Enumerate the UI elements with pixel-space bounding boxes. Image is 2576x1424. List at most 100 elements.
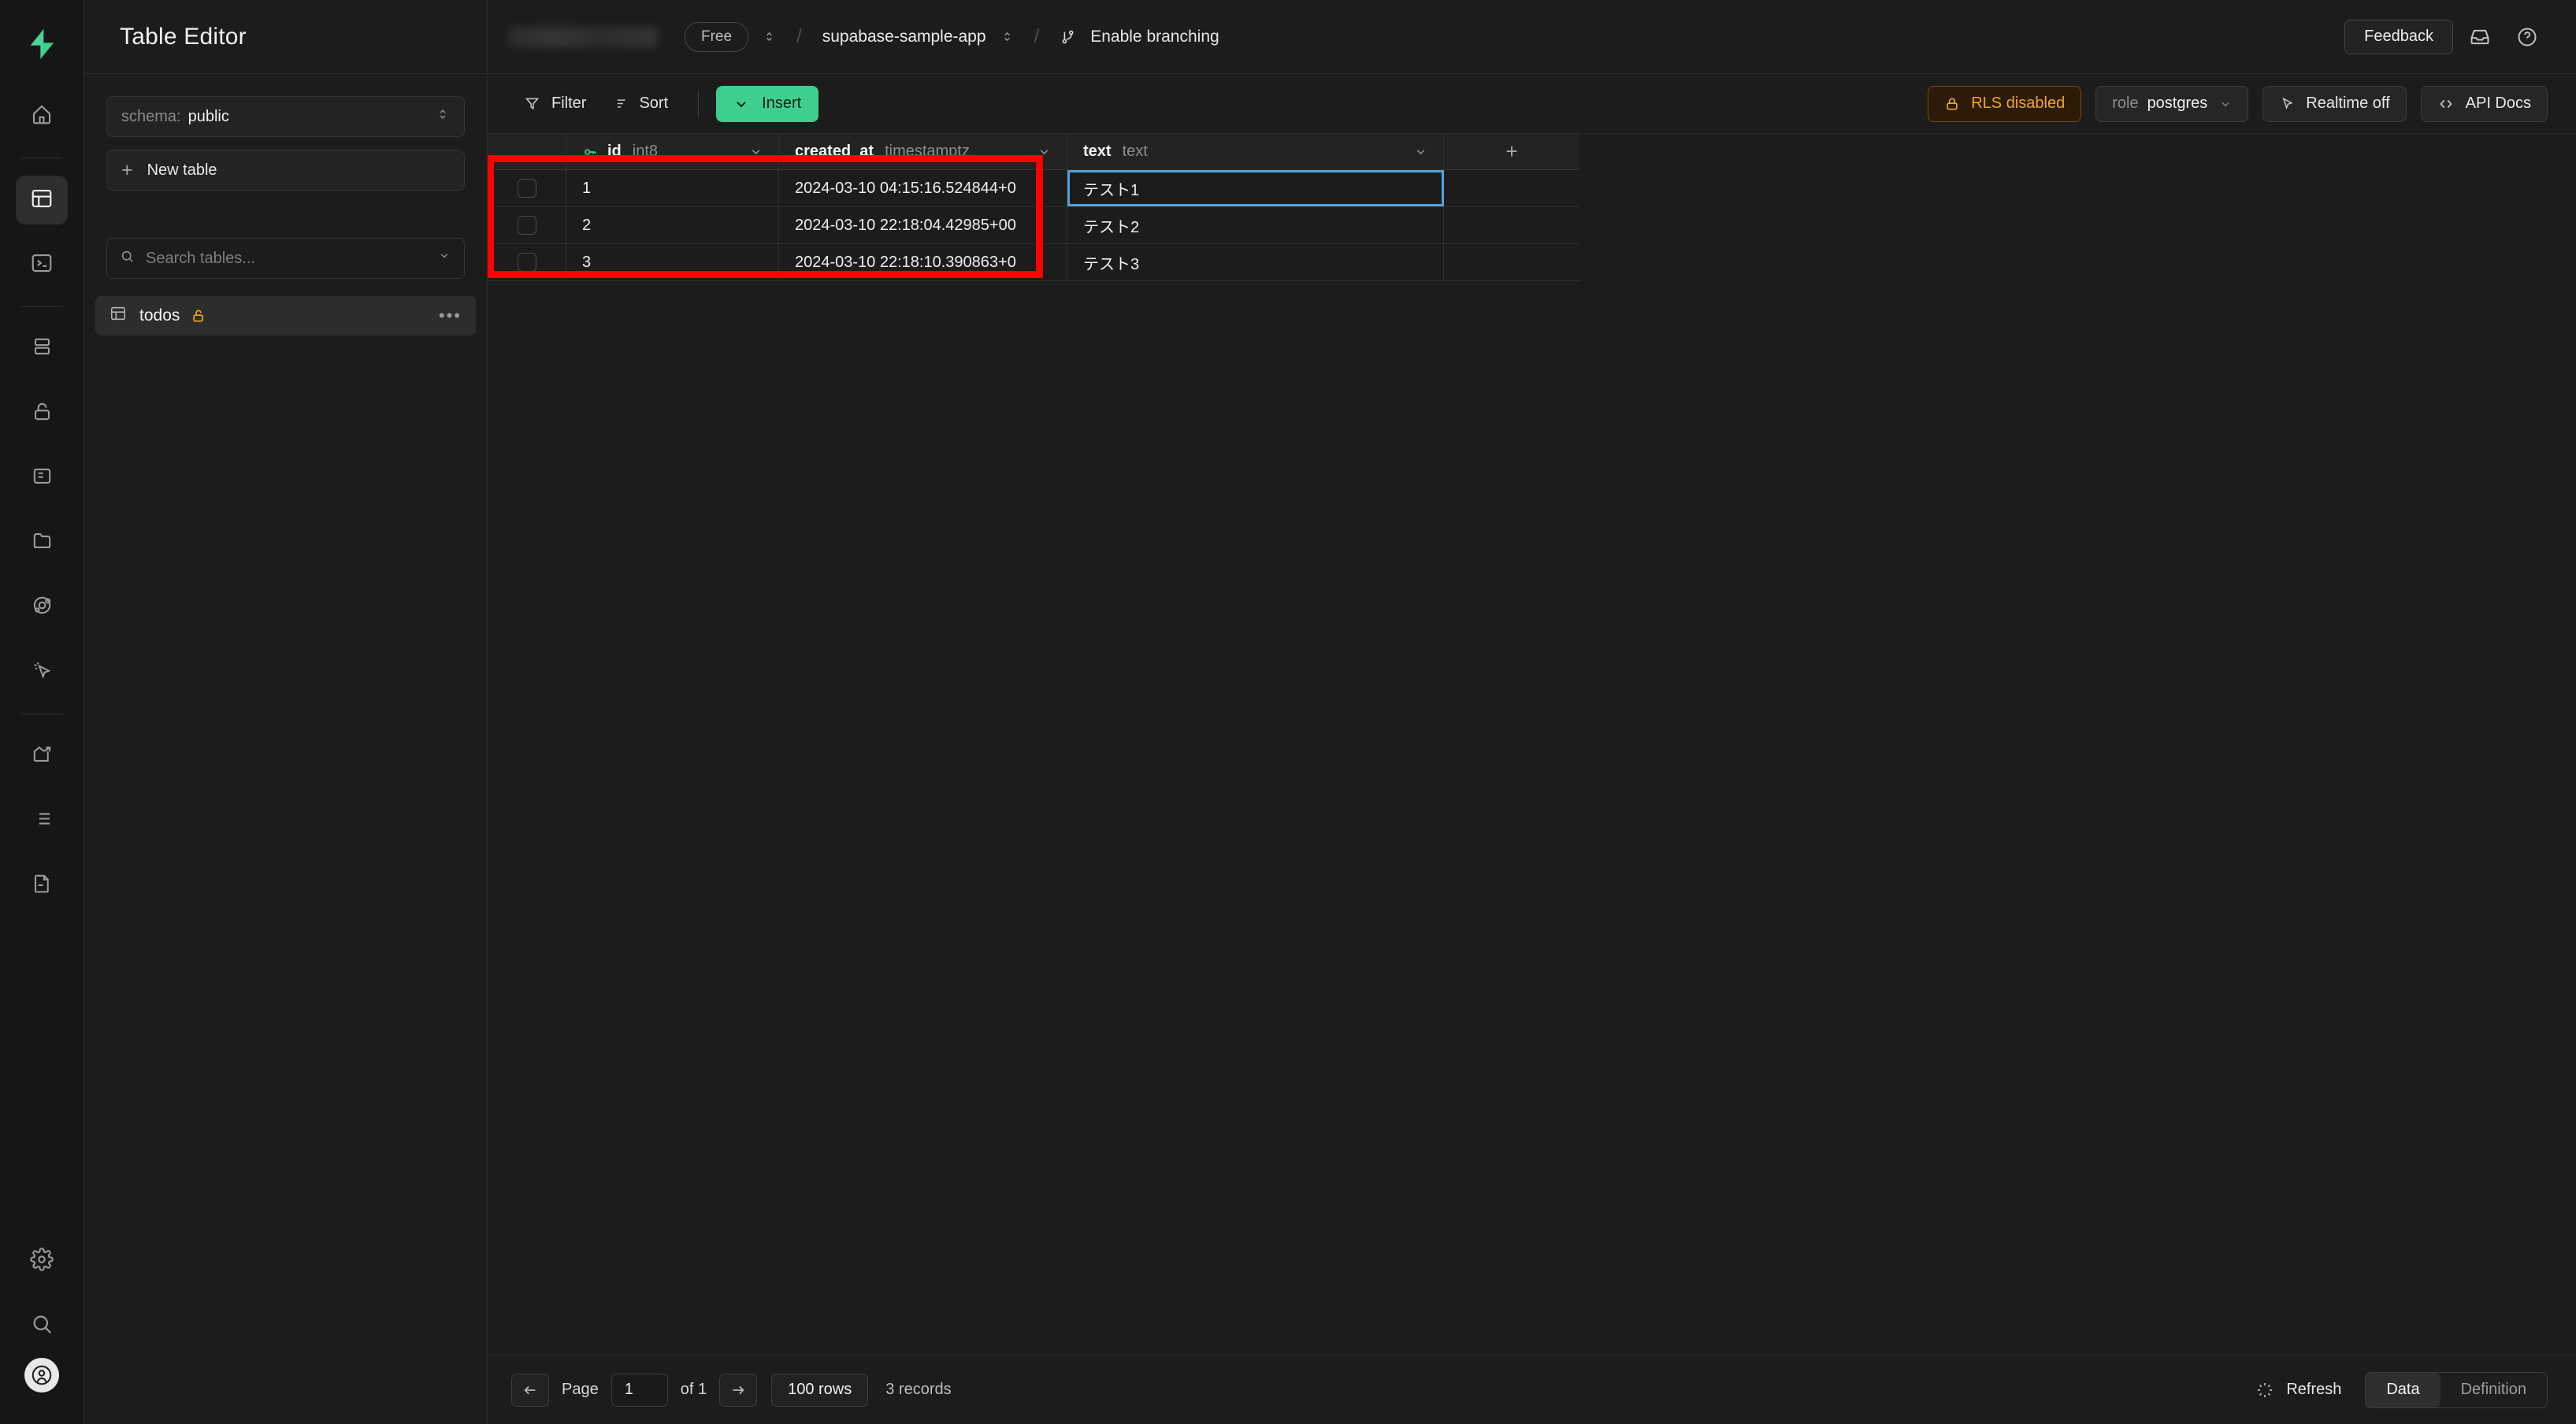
page-number-input[interactable]: 1: [611, 1373, 668, 1407]
cell-created-at[interactable]: 2024-03-10 22:18:04.42985+00: [779, 207, 1067, 243]
breadcrumb-separator: /: [796, 25, 802, 47]
rail-item-edge-functions[interactable]: [16, 583, 68, 632]
rail-divider-2: [21, 306, 62, 307]
storage-table-icon: [31, 465, 54, 491]
table-row[interactable]: 1 2024-03-10 04:15:16.524844+0 テスト1: [488, 170, 1579, 207]
page-title: Table Editor: [120, 23, 247, 50]
padlock-icon: [1944, 96, 1960, 112]
refresh-spinner-icon: [2255, 1381, 2274, 1400]
supabase-logo-icon[interactable]: [20, 22, 64, 66]
table-name: todos: [139, 306, 180, 324]
feedback-button[interactable]: Feedback: [2344, 19, 2453, 54]
cell-created-at[interactable]: 2024-03-10 04:15:16.524844+0: [779, 170, 1067, 206]
table-row[interactable]: 2 2024-03-10 22:18:04.42985+00 テスト2: [488, 207, 1579, 244]
role-selector[interactable]: role postgres: [2095, 85, 2249, 122]
cell-id[interactable]: 3: [566, 244, 779, 280]
sort-button[interactable]: Sort: [599, 86, 681, 122]
rail-item-search[interactable]: [16, 1301, 68, 1350]
realtime-toggle-button[interactable]: Realtime off: [2262, 85, 2407, 122]
rail-item-sql-editor[interactable]: [16, 240, 68, 289]
row-checkbox[interactable]: [517, 253, 536, 272]
row-checkbox-cell[interactable]: [488, 170, 566, 206]
plan-badge[interactable]: Free: [685, 21, 749, 52]
schema-selector[interactable]: schema: public: [106, 96, 465, 137]
row-checkbox-cell[interactable]: [488, 207, 566, 243]
rail-item-api-docs[interactable]: [16, 861, 68, 910]
list-icon: [31, 807, 54, 834]
previous-page-button[interactable]: [511, 1373, 549, 1407]
rail-item-home[interactable]: [16, 91, 68, 140]
column-header-created-at[interactable]: created_at timestamptz: [779, 134, 1067, 169]
enable-branching-label: Enable branching: [1090, 27, 1219, 46]
row-checkbox-cell[interactable]: [488, 244, 566, 280]
grid-header-row: id int8 created_at timestamptz text text…: [488, 134, 1579, 170]
cell-text[interactable]: テスト2: [1067, 207, 1444, 243]
cell-id[interactable]: 2: [566, 207, 779, 243]
org-switcher-icon[interactable]: [763, 30, 776, 43]
tab-data[interactable]: Data: [2366, 1372, 2441, 1407]
insert-button[interactable]: Insert: [716, 85, 819, 122]
rail-item-storage-table[interactable]: [16, 454, 68, 502]
cell-text[interactable]: テスト3: [1067, 244, 1444, 280]
cell-created-at[interactable]: 2024-03-10 22:18:10.390863+0: [779, 244, 1067, 280]
api-docs-button[interactable]: API Docs: [2420, 85, 2548, 122]
table-editor-icon: [30, 187, 54, 214]
table-row[interactable]: 3 2024-03-10 22:18:10.390863+0 テスト3: [488, 244, 1579, 281]
refresh-label: Refresh: [2286, 1381, 2342, 1398]
column-type-created-at: timestamptz: [885, 143, 970, 160]
chevron-up-down-icon: [436, 107, 450, 126]
table-list-item-todos[interactable]: todos •••: [95, 296, 476, 336]
table-list: todos •••: [84, 296, 487, 336]
rail-item-database[interactable]: [16, 324, 68, 373]
cell-text-selected[interactable]: テスト1: [1067, 170, 1444, 206]
row-checkbox[interactable]: [517, 179, 536, 198]
rail-item-realtime[interactable]: [16, 647, 68, 696]
data-definition-toggle: Data Definition: [2365, 1371, 2548, 1408]
new-table-button[interactable]: + New table: [106, 150, 465, 191]
avatar[interactable]: [24, 1358, 59, 1392]
chevron-down-icon[interactable]: [1414, 145, 1427, 158]
table-icon: [109, 305, 127, 327]
search-placeholder: Search tables...: [146, 249, 255, 267]
cell-id[interactable]: 1: [566, 170, 779, 206]
rail-item-storage[interactable]: [16, 518, 68, 567]
select-all-checkbox-cell[interactable]: [488, 134, 566, 169]
rail-item-table-editor[interactable]: [16, 176, 68, 224]
organization-name-redacted[interactable]: [508, 26, 658, 47]
refresh-button[interactable]: Refresh: [2255, 1381, 2341, 1400]
project-switcher-icon[interactable]: [1000, 30, 1014, 43]
rail-item-reports[interactable]: [16, 732, 68, 781]
chevron-down-icon[interactable]: [749, 145, 763, 158]
column-name-created-at: created_at: [795, 143, 874, 160]
column-header-id[interactable]: id int8: [566, 134, 779, 169]
chevron-down-icon[interactable]: [1037, 145, 1051, 158]
rail-item-settings[interactable]: [16, 1237, 68, 1285]
search-tables-input[interactable]: Search tables...: [106, 238, 465, 279]
table-context-menu-button[interactable]: •••: [439, 306, 462, 326]
rls-disabled-button[interactable]: RLS disabled: [1928, 85, 2082, 122]
toolbar-divider: [698, 90, 700, 117]
rail-item-logs[interactable]: [16, 796, 68, 845]
role-label: role: [2112, 95, 2139, 112]
add-column-button[interactable]: +: [1444, 134, 1579, 169]
chevron-down-icon[interactable]: [437, 249, 451, 268]
page-total-label: of 1: [680, 1381, 707, 1398]
cursor-icon: [2279, 96, 2295, 112]
filter-icon: [524, 95, 540, 112]
insert-label: Insert: [762, 95, 802, 112]
filter-button[interactable]: Filter: [511, 86, 599, 122]
row-checkbox[interactable]: [517, 216, 536, 235]
column-name-text: text: [1083, 143, 1112, 160]
search-icon: [30, 1312, 54, 1340]
tab-definition[interactable]: Definition: [2441, 1373, 2547, 1407]
column-header-text[interactable]: text text: [1067, 134, 1444, 169]
project-name[interactable]: supabase-sample-app: [822, 28, 986, 46]
enable-branching-button[interactable]: Enable branching: [1060, 28, 1219, 46]
next-page-button[interactable]: [719, 1373, 758, 1407]
rows-per-page-selector[interactable]: 100 rows: [771, 1373, 869, 1407]
inbox-icon[interactable]: [2459, 17, 2500, 57]
home-icon: [30, 102, 54, 130]
api-docs-label: API Docs: [2465, 95, 2531, 112]
help-icon[interactable]: [2507, 17, 2548, 57]
rail-item-authentication[interactable]: [16, 389, 68, 438]
